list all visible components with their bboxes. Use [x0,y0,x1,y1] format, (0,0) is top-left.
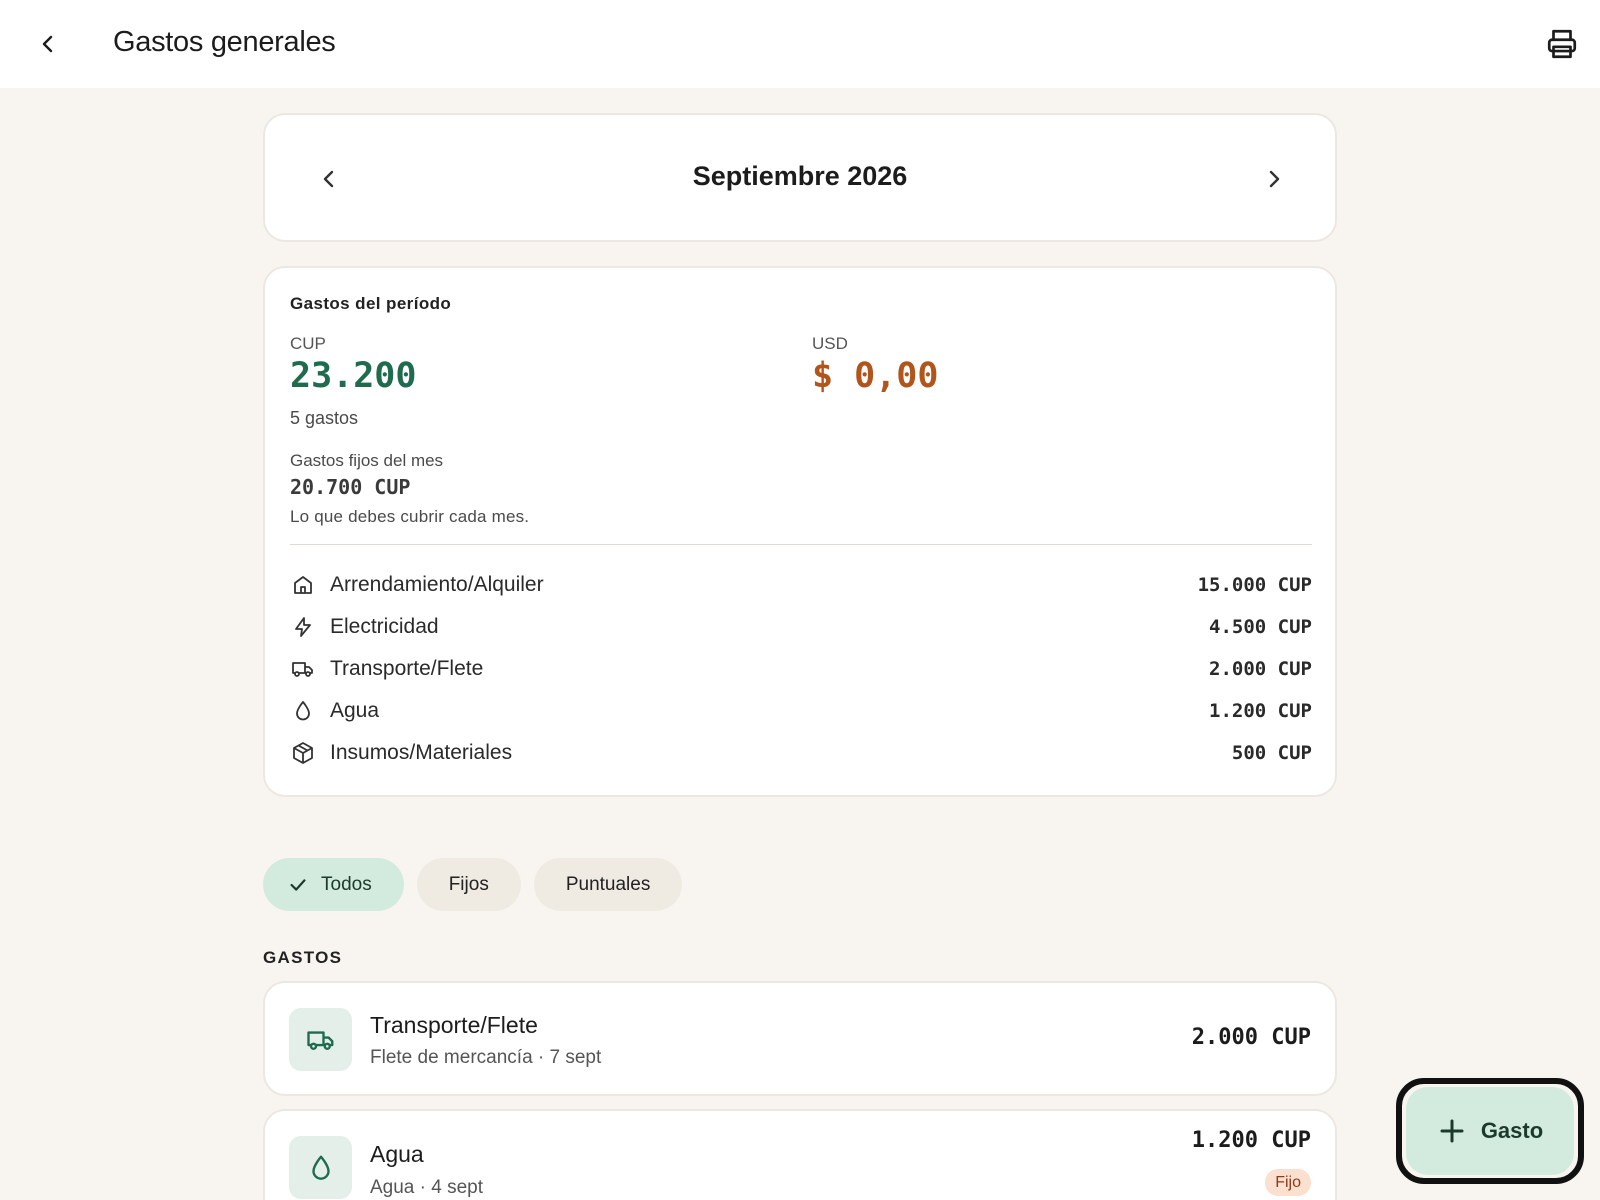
category-row-supplies: Insumos/Materiales 500 CUP [290,738,1312,768]
divider [290,544,1312,545]
expense-description: Agua · 4 sept [370,1177,484,1198]
category-row-transport: Transporte/Flete 2.000 CUP [290,654,1312,684]
category-name: Arrendamiento/Alquiler [330,573,544,596]
chip-label: Fijos [448,873,489,895]
filter-chip-puntuales[interactable]: Puntuales [533,858,683,911]
water-drop-icon [311,1155,330,1180]
box-icon [290,740,316,766]
category-amount: 4.500 CUP [1209,616,1312,638]
cup-label: CUP [290,334,326,353]
chevron-right-icon [1269,170,1280,188]
current-month-label: Septiembre 2026 [692,161,908,191]
filter-chip-todos[interactable]: Todos [263,858,404,911]
expense-amount: 1.200 CUP [1191,1128,1311,1153]
category-amount: 1.200 CUP [1209,700,1312,722]
fixed-badge: Fijo [1265,1169,1311,1196]
category-row-electricity: Electricidad 4.500 CUP [290,612,1312,642]
fixed-expenses-amount: 20.700 CUP [290,475,411,499]
expense-item[interactable]: Agua Agua · 4 sept 1.200 CUP Fijo [263,1109,1337,1200]
water-drop-icon [290,698,316,724]
category-row-rent: Arrendamiento/Alquiler 15.000 CUP [290,570,1312,600]
category-amount: 15.000 CUP [1197,574,1312,596]
truck-icon [290,656,316,682]
plus-icon [1437,1116,1467,1146]
expense-name: Transporte/Flete [370,1012,538,1038]
home-icon [290,572,316,598]
category-name: Agua [330,699,380,722]
month-selector-card: Septiembre 2026 [263,113,1337,242]
expenses-section-title: GASTOS [263,948,343,967]
expense-icon-tile [289,1136,352,1199]
filter-chips: Todos Fijos Puntuales [263,858,683,911]
category-amount: 500 CUP [1231,742,1312,764]
usd-total: $ 0,00 [812,356,939,396]
summary-heading: Gastos del período [290,294,452,313]
truck-icon [306,1030,333,1050]
category-row-water: Agua 1.200 CUP [290,696,1312,726]
category-amount: 2.000 CUP [1209,658,1312,680]
check-icon [287,874,309,896]
usd-label: USD [812,334,848,353]
category-name: Insumos/Materiales [330,741,513,764]
back-button[interactable] [28,24,68,64]
expense-item[interactable]: Transporte/Flete Flete de mercancía · 7 … [263,981,1337,1096]
filter-chip-fijos[interactable]: Fijos [416,858,521,911]
expense-name: Agua [370,1141,424,1167]
chip-label: Puntuales [565,873,651,895]
page-title: Gastos generales [113,26,336,58]
arrow-back-icon [42,35,53,53]
expense-amount: 2.000 CUP [1191,1025,1311,1050]
chip-label: Todos [321,873,372,895]
print-button[interactable] [1540,22,1584,66]
fixed-expenses-label: Gastos fijos del mes [290,451,444,470]
printer-icon [1547,29,1577,59]
expense-icon-tile [289,1008,352,1071]
category-name: Electricidad [330,615,439,638]
cup-total: 23.200 [290,356,417,396]
fixed-expenses-note: Lo que debes cubrir cada mes. [290,507,530,526]
expense-count: 5 gastos [290,408,359,428]
period-summary-card: Gastos del período CUP 23.200 USD $ 0,00… [263,266,1337,797]
add-expense-button[interactable]: Gasto [1406,1087,1574,1175]
lightning-icon [290,614,316,640]
expense-description: Flete de mercancía · 7 sept [370,1047,602,1068]
add-expense-label: Gasto [1480,1118,1544,1143]
next-month-button[interactable] [1252,157,1296,201]
category-name: Transporte/Flete [330,657,484,680]
top-app-bar: Gastos generales [0,0,1600,88]
